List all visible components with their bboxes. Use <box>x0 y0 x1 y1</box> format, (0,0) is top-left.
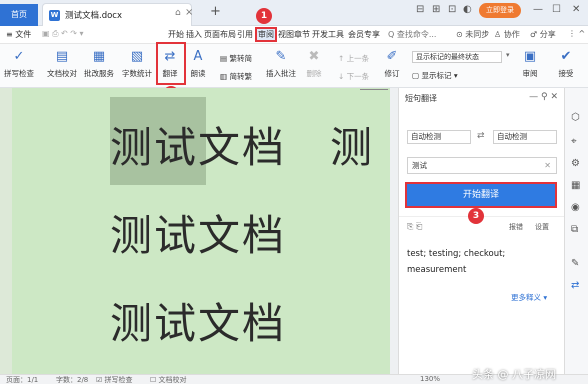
spellcheck-button[interactable]: ✓ 拼写检查 <box>4 49 34 79</box>
show-markup-button[interactable]: ▢ 显示标记 ▾ <box>412 70 458 81</box>
simp-to-trad-button[interactable]: ▤ 繁转简 <box>220 53 252 64</box>
panel-title: 短句翻译 <box>405 94 437 103</box>
panel-settings-button[interactable]: 设置 <box>535 222 549 232</box>
panel-controls[interactable]: — ⚲ ✕ <box>529 92 558 102</box>
word-count-icon: ▧ <box>130 49 144 64</box>
zoom-level[interactable]: 130% <box>420 375 440 383</box>
menu-bar: ≡ 文件 ▣ ⎙ ↶ ↷ ▾ 开始 插入 页面布局 引用 审阅 视图 章节 开发… <box>0 26 588 44</box>
track-changes-icon: ✐ <box>386 49 398 64</box>
delete-icon: ✖ <box>308 49 320 64</box>
delete-comment-button[interactable]: ✖ 删除 <box>306 49 322 79</box>
toolbar-quick-icons: ▣ ⎙ ↶ ↷ ▾ <box>42 29 84 38</box>
menu-view[interactable]: 视图 <box>278 29 294 40</box>
accept-icon: ✔ <box>560 49 572 64</box>
more-icon[interactable]: ⋮ ^ <box>568 29 585 38</box>
document-line-2[interactable]: 测试文档 <box>110 202 286 263</box>
comment-icon: ✎ <box>275 49 287 64</box>
review-service-button[interactable]: ▦ 批改服务 <box>84 49 114 79</box>
display-state-dropdown-icon[interactable]: ▾ <box>506 51 510 59</box>
copy-icons[interactable]: ⎘ ⎗ <box>407 222 422 232</box>
menu-reference[interactable]: 引用 <box>237 29 253 40</box>
review-pane-icon: ▣ <box>523 49 537 64</box>
spellcheck-icon: ✓ <box>13 49 25 64</box>
report-error-button[interactable]: 报错 <box>509 222 523 232</box>
menu-section[interactable]: 章节 <box>294 29 310 40</box>
document-line-3[interactable]: 测试文档 <box>110 290 286 351</box>
menu-insert[interactable]: 插入 <box>186 29 202 40</box>
right-sidebar: ⬡ ⌖ ⚙ ▦ ◉ ⧉ ✎ ⇄ <box>564 88 588 374</box>
sync-status[interactable]: ⊙ 未同步 <box>456 29 489 40</box>
document-line-1[interactable]: 测试文档 测 <box>110 114 374 175</box>
minimize-icon[interactable]: — <box>533 4 543 15</box>
translation-result: test; testing; checkout; measurement <box>407 249 506 275</box>
maximize-icon[interactable]: ☐ <box>552 4 561 15</box>
menu-member[interactable]: 会员专享 <box>348 29 380 40</box>
translate-panel: 短句翻译 — ⚲ ✕ 自动检测 ⇄ 自动检测 测试 ✕ 开始翻译 ⎘ ⎗ 报错 … <box>398 88 565 374</box>
sidebar-layers-icon[interactable]: ⧉ <box>571 224 578 235</box>
step-badge-1: 1 <box>256 8 272 24</box>
read-aloud-button[interactable]: A 朗读 <box>190 49 206 79</box>
translate-highlight-box <box>156 42 186 85</box>
avatar-icon[interactable]: ◐ <box>463 4 472 15</box>
menu-review[interactable]: 审阅 <box>255 27 277 42</box>
trad-to-simp-button[interactable]: ▥ 简转繁 <box>220 71 252 82</box>
review-service-icon: ▦ <box>92 49 106 64</box>
accept-button[interactable]: ✔ 接受 <box>558 49 574 79</box>
close-window-icon[interactable]: ✕ <box>572 4 580 15</box>
tab-home[interactable]: 首页 <box>0 4 38 26</box>
source-language-select[interactable]: 自动检测 <box>407 130 471 144</box>
sidebar-location-icon[interactable]: ◉ <box>571 202 580 213</box>
tab-bar: 首页 W 测试文档.docx ⌂ × + ⊟ ⊞ ⊡ ◐ 立即登录 — ☐ ✕ <box>0 0 588 26</box>
watermark: 头条 @ 八子凉网 <box>472 368 556 381</box>
step-badge-3: 3 <box>468 208 484 224</box>
tab-document[interactable]: W 测试文档.docx ⌂ × <box>42 3 193 26</box>
apps-icon[interactable]: ⊡ <box>448 4 456 15</box>
target-language-select[interactable]: 自动检测 <box>493 130 557 144</box>
tab-document-label: 测试文档.docx <box>65 11 123 21</box>
menu-file[interactable]: ≡ 文件 <box>6 29 31 40</box>
next-comment-button[interactable]: ↓ 下一条 <box>338 71 369 82</box>
ruler-marker <box>360 89 388 90</box>
close-tab-icon[interactable]: × <box>185 7 193 18</box>
prev-comment-button[interactable]: ↑ 上一条 <box>338 53 369 64</box>
pin-icon[interactable]: ⌂ <box>175 8 181 18</box>
read-aloud-icon: A <box>193 49 203 64</box>
proof-status[interactable]: ☐ 文档校对 <box>150 375 187 384</box>
collaborate-button[interactable]: ♙ 协作 <box>494 29 520 40</box>
word-count-button[interactable]: ▧ 字数统计 <box>122 49 152 79</box>
sidebar-tune-icon[interactable]: ⚙ <box>571 158 580 169</box>
search-command[interactable]: Q 查找命令... <box>388 29 436 40</box>
source-text-input[interactable]: 测试 ✕ <box>407 157 557 174</box>
menu-layout[interactable]: 页面布局 <box>204 29 236 40</box>
login-button[interactable]: 立即登录 <box>479 3 521 18</box>
swap-language-icon[interactable]: ⇄ <box>477 131 485 141</box>
sidebar-select-icon[interactable]: ⌖ <box>571 136 577 147</box>
word-doc-icon: W <box>49 10 60 21</box>
page-indicator[interactable]: 页面：1/1 <box>6 375 38 384</box>
more-definitions-link[interactable]: 更多释义 ▾ <box>511 292 547 303</box>
ribbon-toolbar: ✓ 拼写检查 ▤ 文档校对 ▦ 批改服务 ▧ 字数统计 ⇄ 翻译 A 朗读 ▤ … <box>0 44 588 88</box>
menu-dev-tools[interactable]: 开发工具 <box>312 29 344 40</box>
sidebar-edit-icon[interactable]: ✎ <box>571 258 579 269</box>
document-margin <box>0 88 12 374</box>
sidebar-translate-icon[interactable]: ⇄ <box>571 280 579 291</box>
spellcheck-status[interactable]: ☑ 拼写检查 <box>96 375 133 384</box>
sidebar-book-icon[interactable]: ▦ <box>571 180 580 191</box>
insert-comment-button[interactable]: ✎ 插入批注 <box>266 49 296 79</box>
track-changes-button[interactable]: ✐ 修订 <box>384 49 400 79</box>
review-pane-button[interactable]: ▣ 审阅 <box>522 49 538 79</box>
share-button[interactable]: ♂ 分享 <box>530 29 556 40</box>
grid-icon[interactable]: ⊞ <box>432 4 440 15</box>
sidebar-format-icon[interactable]: ⬡ <box>571 112 580 123</box>
display-state-select[interactable]: 显示标记的最终状态 <box>412 51 502 63</box>
proof-icon: ▤ <box>55 49 69 64</box>
new-tab-button[interactable]: + <box>210 4 221 19</box>
doc-proof-button[interactable]: ▤ 文档校对 <box>47 49 77 79</box>
start-translate-button[interactable]: 开始翻译 <box>405 182 557 208</box>
vertical-scrollbar[interactable] <box>390 88 398 374</box>
menu-start[interactable]: 开始 <box>168 29 184 40</box>
word-count-status[interactable]: 字数：2/8 <box>56 375 88 384</box>
clear-input-icon[interactable]: ✕ <box>544 161 551 171</box>
layout-icon[interactable]: ⊟ <box>416 4 424 15</box>
